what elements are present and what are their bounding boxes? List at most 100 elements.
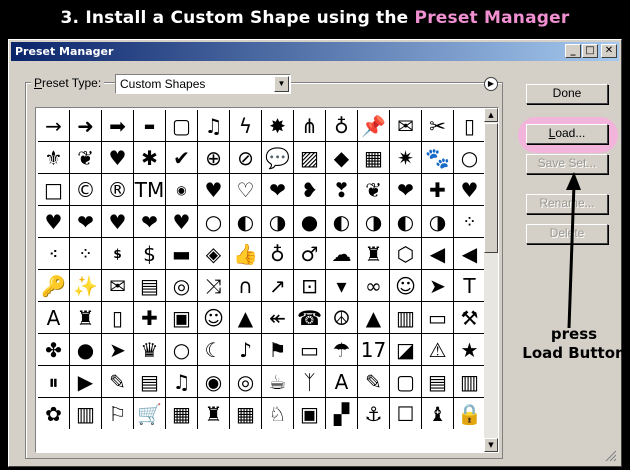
shape-thumbnail[interactable]: ♥ (102, 142, 133, 173)
shape-thumbnail[interactable]: ❦ (358, 174, 389, 205)
shape-thumbnail[interactable]: ♜ (358, 238, 389, 269)
shape-thumbnail[interactable]: ⚑ (262, 334, 293, 365)
shape-thumbnail[interactable]: ▲ (358, 302, 389, 333)
shape-thumbnail[interactable]: ▥ (390, 302, 421, 333)
panel-menu-icon[interactable]: ▶ (484, 77, 498, 91)
shape-thumbnail[interactable]: ✚ (134, 302, 165, 333)
shape-thumbnail[interactable]: ☐ (390, 398, 421, 429)
shape-thumbnail[interactable]: ⊘ (230, 142, 261, 173)
shape-thumbnail[interactable]: ☕ (262, 366, 293, 397)
shape-thumbnail[interactable]: ▥ (454, 366, 485, 397)
shape-thumbnail[interactable]: ✚ (422, 174, 453, 205)
shape-thumbnail[interactable]: ® (102, 174, 133, 205)
shape-thumbnail[interactable]: ❥ (294, 174, 325, 205)
shape-thumbnail[interactable]: ▢ (166, 110, 197, 141)
shape-thumbnail[interactable]: ➤ (422, 270, 453, 301)
shape-thumbnail[interactable]: ✷ (390, 142, 421, 173)
shape-thumbnail[interactable]: $ (102, 238, 133, 269)
shape-thumbnail[interactable]: ✸ (262, 110, 293, 141)
shape-thumbnail[interactable]: ♫ (166, 366, 197, 397)
shape-thumbnail[interactable]: ✤ (38, 334, 69, 365)
shape-thumbnail[interactable]: ♥ (198, 174, 229, 205)
shape-thumbnail[interactable]: ➡ (102, 110, 133, 141)
shape-thumbnail[interactable]: ▨ (294, 142, 325, 173)
shape-thumbnail[interactable]: ◑ (358, 206, 389, 237)
vertical-scrollbar[interactable]: ▲ ▼ (484, 108, 498, 452)
shape-thumbnail[interactable]: ✨ (70, 270, 101, 301)
shape-thumbnail[interactable]: ◉ (166, 174, 197, 205)
shape-thumbnail[interactable]: ♥ (166, 206, 197, 237)
shape-thumbnail[interactable]: ✔ (166, 142, 197, 173)
shape-thumbnail[interactable]: ♥ (454, 174, 485, 205)
shape-thumbnail[interactable]: ◐ (230, 206, 261, 237)
shape-thumbnail[interactable]: ▬ (134, 110, 165, 141)
shape-thumbnail[interactable]: ▯ (454, 110, 485, 141)
shape-thumbnail[interactable]: ⚒ (454, 302, 485, 333)
shape-thumbnail[interactable]: ♁ (326, 110, 357, 141)
shape-thumbnail[interactable]: → (38, 110, 69, 141)
shape-thumbnail[interactable]: □ (38, 174, 69, 205)
shape-thumbnail[interactable]: ◪ (390, 334, 421, 365)
minimize-button[interactable]: _ (565, 44, 581, 58)
shape-thumbnail[interactable]: ▣ (294, 398, 325, 429)
shape-thumbnail[interactable]: ▲ (230, 302, 261, 333)
close-button[interactable]: ✕ (601, 44, 617, 58)
shape-thumbnail[interactable]: ⬡ (390, 238, 421, 269)
shape-thumbnail[interactable]: ⏸ (38, 366, 69, 397)
shape-thumbnail[interactable]: ▢ (390, 366, 421, 397)
shape-thumbnail[interactable]: © (70, 174, 101, 205)
shape-thumbnail[interactable]: ▤ (134, 270, 165, 301)
shape-thumbnail[interactable]: ♛ (134, 334, 165, 365)
shape-thumbnail[interactable]: ▶ (70, 366, 101, 397)
shape-thumbnail[interactable]: ♘ (262, 398, 293, 429)
shape-thumbnail[interactable]: ❤ (390, 174, 421, 205)
shape-thumbnail[interactable]: 📌 (358, 110, 389, 141)
shape-thumbnail[interactable]: ✂ (422, 110, 453, 141)
shape-thumbnail[interactable]: ✎ (102, 366, 133, 397)
shape-thumbnail[interactable]: ⊡ (294, 270, 325, 301)
shape-thumbnail[interactable]: ⤨ (198, 270, 229, 301)
shape-thumbnail[interactable]: ★ (454, 334, 485, 365)
shape-thumbnail[interactable]: ❣ (326, 174, 357, 205)
shape-thumbnail[interactable]: ▦ (166, 398, 197, 429)
shape-thumbnail[interactable]: ♥ (102, 206, 133, 237)
preset-type-select[interactable]: Custom Shapes ▼ (115, 74, 291, 94)
shape-thumbnail[interactable]: ✉ (390, 110, 421, 141)
shape-thumbnail[interactable]: ✿ (38, 398, 69, 429)
shape-thumbnail[interactable]: ☁ (326, 238, 357, 269)
shape-thumbnail[interactable]: ◑ (422, 206, 453, 237)
shape-thumbnail[interactable]: ○ (198, 206, 229, 237)
shape-thumbnail[interactable]: ▭ (422, 302, 453, 333)
shape-thumbnail[interactable]: ⁘ (454, 206, 485, 237)
chevron-down-icon[interactable]: ▼ (274, 76, 289, 92)
shape-thumbnail[interactable]: ∞ (358, 270, 389, 301)
shape-thumbnail[interactable]: ↗ (262, 270, 293, 301)
shape-thumbnail[interactable]: ♡ (230, 174, 261, 205)
shape-thumbnail[interactable]: ▞ (326, 398, 357, 429)
shape-thumbnail[interactable]: ⁘ (70, 238, 101, 269)
shape-thumbnail[interactable]: ➜ (70, 110, 101, 141)
shape-thumbnail[interactable]: ♜ (198, 398, 229, 429)
shape-thumbnail[interactable]: ✎ (358, 366, 389, 397)
shape-thumbnail[interactable]: A (38, 302, 69, 333)
shape-thumbnail[interactable]: ❤ (70, 206, 101, 237)
resize-grip-icon[interactable] (603, 448, 617, 462)
shape-thumbnail[interactable]: 🔑 (38, 270, 69, 301)
shape-thumbnail[interactable]: ⚐ (102, 398, 133, 429)
done-button[interactable]: Done (526, 84, 608, 104)
shape-thumbnail[interactable]: ⁖ (38, 238, 69, 269)
shape-thumbnail[interactable]: ◎ (166, 270, 197, 301)
shape-thumbnail[interactable]: ✱ (134, 142, 165, 173)
shape-thumbnail[interactable]: 👍 (230, 238, 261, 269)
scroll-thumb[interactable] (484, 123, 498, 253)
shape-thumbnail[interactable]: ◉ (198, 366, 229, 397)
shape-thumbnail[interactable]: ◎ (230, 366, 261, 397)
shape-thumbnail[interactable]: ⚓ (358, 398, 389, 429)
shape-thumbnail[interactable]: 🛒 (134, 398, 165, 429)
shape-thumbnail[interactable]: 🔒 (454, 398, 485, 429)
load-button[interactable]: Load... (526, 124, 608, 144)
shape-thumbnail[interactable]: ● (70, 334, 101, 365)
shape-thumbnail[interactable]: ▾ (326, 270, 357, 301)
shape-thumbnail[interactable]: 💬 (262, 142, 293, 173)
shape-thumbnail[interactable]: ◐ (326, 206, 357, 237)
